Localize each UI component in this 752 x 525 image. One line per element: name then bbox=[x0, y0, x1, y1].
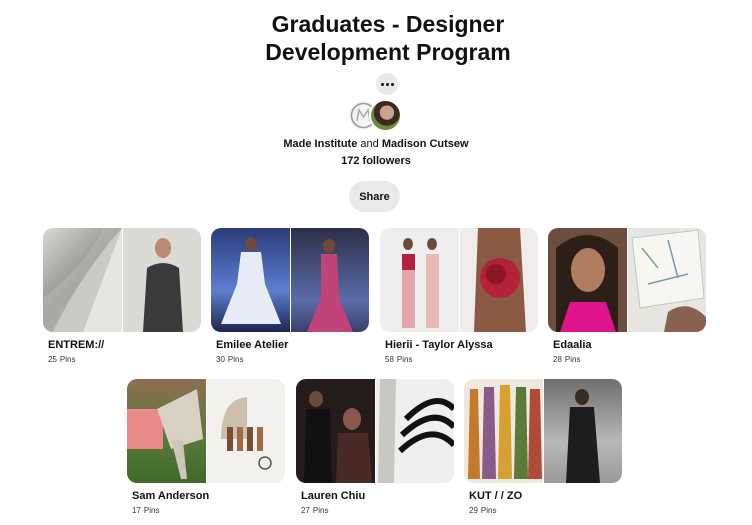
cover-image bbox=[211, 228, 290, 332]
ellipsis-icon bbox=[380, 82, 395, 86]
cover-image bbox=[122, 228, 201, 332]
followers-count[interactable]: 172 followers bbox=[200, 155, 552, 167]
board-section-card[interactable]: Lauren Chiu 27 Pins bbox=[296, 379, 454, 515]
cover-image bbox=[380, 228, 459, 332]
pin-count-value: 17 bbox=[132, 506, 141, 515]
board-section-card[interactable]: Edaalia 28 Pins bbox=[548, 228, 706, 364]
cover-image bbox=[548, 228, 627, 332]
section-name: KUT / / ZO bbox=[469, 490, 523, 502]
pin-count-unit: Pins bbox=[59, 355, 76, 364]
cover-image bbox=[290, 228, 369, 332]
cover-image bbox=[464, 379, 543, 483]
more-options-button[interactable] bbox=[376, 73, 398, 95]
section-name: ENTREM:// bbox=[48, 339, 105, 351]
cover-image bbox=[43, 228, 122, 332]
pin-count-unit: Pins bbox=[564, 355, 581, 364]
pin-count-value: 28 bbox=[553, 355, 562, 364]
section-name: Lauren Chiu bbox=[301, 490, 366, 502]
section-cover[interactable] bbox=[380, 228, 538, 332]
pin-count-value: 27 bbox=[301, 506, 310, 515]
board-title-line2: Development Program bbox=[265, 39, 511, 65]
collaborator-avatars[interactable] bbox=[347, 99, 407, 133]
section-name: Hierii - Taylor Alyssa bbox=[385, 339, 493, 351]
section-cover[interactable] bbox=[127, 379, 285, 483]
collaborator-joiner: and bbox=[360, 138, 379, 150]
board-section-card[interactable]: Hierii - Taylor Alyssa 58 Pins bbox=[380, 228, 538, 364]
section-name: Sam Anderson bbox=[132, 490, 210, 502]
pin-count-value: 25 bbox=[48, 355, 57, 364]
board-section-card[interactable]: Emilee Atelier 30 Pins bbox=[211, 228, 369, 364]
cover-image bbox=[375, 379, 454, 483]
section-cover[interactable] bbox=[296, 379, 454, 483]
cover-image bbox=[543, 379, 622, 483]
pin-count: 30 Pins bbox=[216, 355, 369, 364]
madison-cutsew-avatar[interactable] bbox=[369, 99, 402, 132]
pin-count-unit: Pins bbox=[227, 355, 244, 364]
share-button[interactable]: Share bbox=[349, 181, 400, 212]
collaborators-line: Made Institute and Madison Cutsew bbox=[200, 138, 552, 150]
collaborator-made-institute[interactable]: Made Institute bbox=[283, 138, 357, 150]
pin-count: 58 Pins bbox=[385, 355, 538, 364]
collaborator-madison-cutsew[interactable]: Madison Cutsew bbox=[382, 138, 469, 150]
section-cover[interactable] bbox=[211, 228, 369, 332]
section-name: Emilee Atelier bbox=[216, 339, 289, 351]
pin-count-unit: Pins bbox=[312, 506, 329, 515]
section-name: Edaalia bbox=[553, 339, 592, 351]
pin-count-unit: Pins bbox=[143, 506, 160, 515]
pin-count-value: 58 bbox=[385, 355, 394, 364]
pin-count: 17 Pins bbox=[132, 506, 285, 515]
cover-image bbox=[459, 228, 538, 332]
board-section-card[interactable]: Sam Anderson 17 Pins bbox=[127, 379, 285, 515]
pin-count: 27 Pins bbox=[301, 506, 454, 515]
pin-count: 29 Pins bbox=[469, 506, 622, 515]
pin-count-value: 29 bbox=[469, 506, 478, 515]
pin-count: 28 Pins bbox=[553, 355, 706, 364]
section-cover[interactable] bbox=[464, 379, 622, 483]
section-cover[interactable] bbox=[43, 228, 201, 332]
board-section-card[interactable]: ENTREM:// 25 Pins bbox=[43, 228, 201, 364]
board-section-card[interactable]: KUT / / ZO 29 Pins bbox=[464, 379, 622, 515]
board-title: Graduates - Designer Development Program bbox=[200, 10, 576, 66]
section-cover[interactable] bbox=[548, 228, 706, 332]
cover-image bbox=[127, 379, 206, 483]
cover-image bbox=[627, 228, 706, 332]
pin-count-value: 30 bbox=[216, 355, 225, 364]
pin-count-unit: Pins bbox=[396, 355, 413, 364]
cover-image bbox=[296, 379, 375, 483]
board-title-line1: Graduates - Designer bbox=[271, 11, 505, 37]
pin-count: 25 Pins bbox=[48, 355, 201, 364]
cover-image bbox=[206, 379, 285, 483]
pin-count-unit: Pins bbox=[480, 506, 497, 515]
